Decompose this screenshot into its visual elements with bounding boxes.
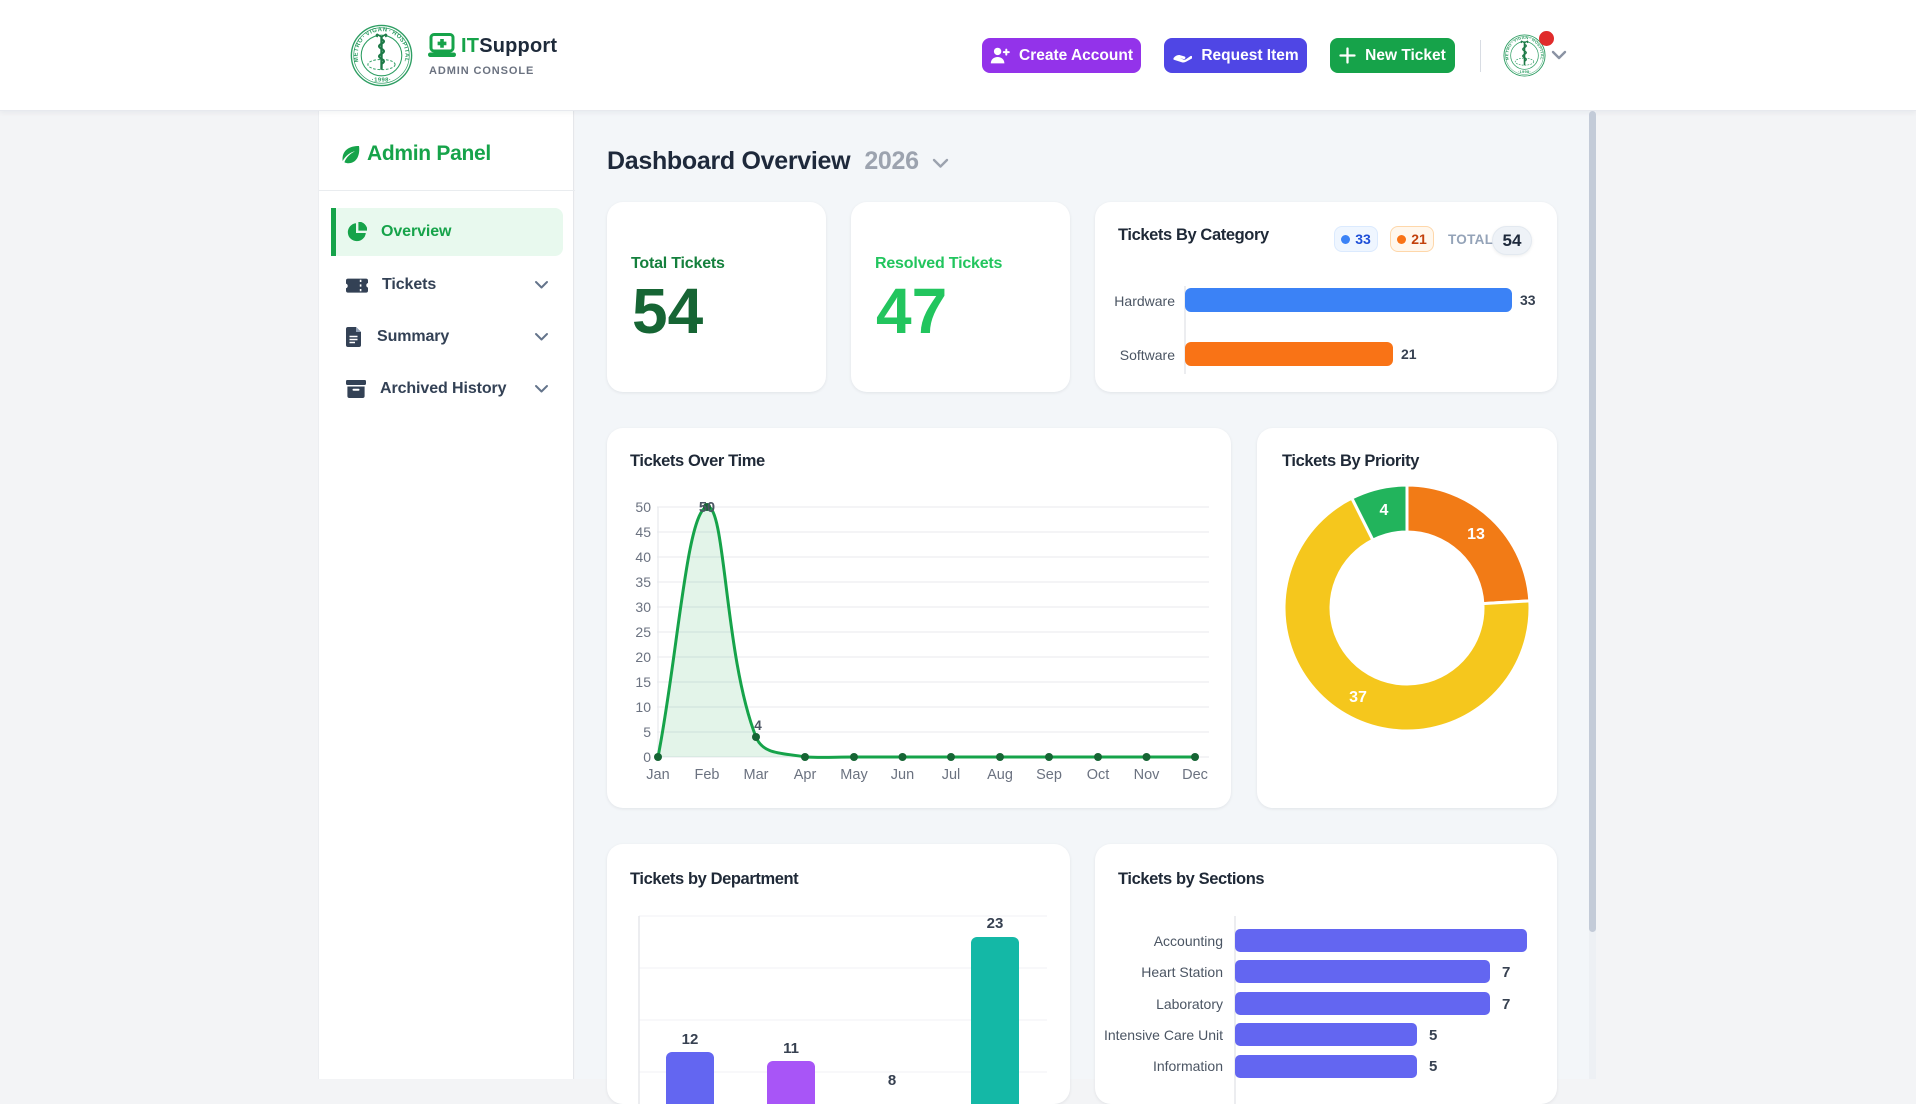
svg-text:0: 0 xyxy=(643,749,651,765)
svg-text:25: 25 xyxy=(635,624,651,640)
svg-text:5: 5 xyxy=(1429,1058,1437,1075)
svg-text:33: 33 xyxy=(1520,292,1536,308)
svg-text:Jul: Jul xyxy=(942,767,961,783)
svg-text:5: 5 xyxy=(1429,1027,1437,1044)
svg-text:Nov: Nov xyxy=(1134,767,1161,783)
svg-text:Jan: Jan xyxy=(646,767,669,783)
svg-text:Apr: Apr xyxy=(794,767,817,783)
svg-text:50: 50 xyxy=(699,500,715,516)
svg-text:Dec: Dec xyxy=(1182,767,1208,783)
svg-text:30: 30 xyxy=(635,599,651,615)
svg-text:50: 50 xyxy=(635,499,651,515)
svg-text:Accounting: Accounting xyxy=(1154,933,1223,949)
svg-text:10: 10 xyxy=(635,699,651,715)
svg-text:May: May xyxy=(840,767,868,783)
svg-text:23: 23 xyxy=(987,915,1004,932)
svg-text:Information: Information xyxy=(1153,1058,1223,1074)
svg-text:Software: Software xyxy=(1120,347,1175,363)
svg-text:Jun: Jun xyxy=(891,767,914,783)
svg-text:12: 12 xyxy=(682,1031,699,1048)
svg-text:7: 7 xyxy=(1502,964,1510,981)
svg-text:Heart Station: Heart Station xyxy=(1141,964,1223,980)
svg-text:Hardware: Hardware xyxy=(1114,293,1175,309)
svg-text:21: 21 xyxy=(1401,346,1417,362)
svg-text:4: 4 xyxy=(1380,502,1389,519)
svg-text:Laboratory: Laboratory xyxy=(1156,996,1223,1012)
svg-text:8: 8 xyxy=(888,1072,896,1089)
svg-text:7: 7 xyxy=(1502,996,1510,1013)
svg-text:Intensive Care Unit: Intensive Care Unit xyxy=(1104,1027,1223,1043)
svg-text:37: 37 xyxy=(1349,689,1367,706)
svg-text:13: 13 xyxy=(1467,526,1485,543)
svg-text:35: 35 xyxy=(635,574,651,590)
svg-text:·1998·: ·1998· xyxy=(1518,69,1531,74)
svg-text:5: 5 xyxy=(643,724,651,740)
svg-text:Oct: Oct xyxy=(1087,767,1110,783)
svg-text:Aug: Aug xyxy=(987,767,1013,783)
svg-text:15: 15 xyxy=(635,674,651,690)
svg-text:Sep: Sep xyxy=(1036,767,1062,783)
svg-text:20: 20 xyxy=(635,649,651,665)
svg-text:11: 11 xyxy=(783,1040,799,1057)
svg-text:45: 45 xyxy=(635,524,651,540)
svg-text:·1998·: ·1998· xyxy=(372,77,391,83)
svg-text:4: 4 xyxy=(754,718,762,733)
svg-text:Mar: Mar xyxy=(744,767,769,783)
svg-text:40: 40 xyxy=(635,549,651,565)
svg-text:Feb: Feb xyxy=(695,767,720,783)
